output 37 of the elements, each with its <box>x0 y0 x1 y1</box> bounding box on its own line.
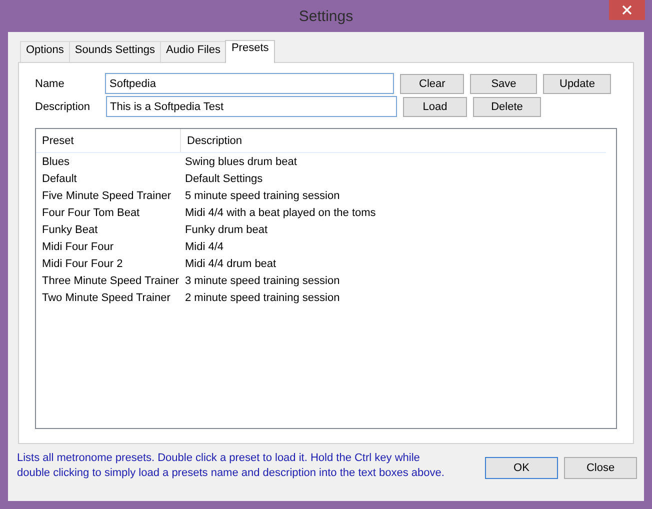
field-label: Name <box>35 78 66 90</box>
table-cell-text: Two Minute Speed Trainer <box>41 292 172 304</box>
action-button[interactable]: Save <box>470 74 538 94</box>
help-text: Lists all metronome presets. Double click a preset to load it. Hold the Ctrl key while double clicking to simply load a presets name and description into the text boxes above. <box>17 451 446 481</box>
action-button[interactable]: Update <box>543 74 611 94</box>
table-cell-text: Funky drum beat <box>184 224 269 236</box>
column-header[interactable]: Description <box>181 129 248 152</box>
table-cell-text: 3 minute speed training session <box>184 274 341 286</box>
table-cell-text: Five Minute Speed Trainer <box>41 190 172 202</box>
table-cell-text: 2 minute speed training session <box>184 292 341 304</box>
table-cell-text: Swing blues drum beat <box>184 156 298 168</box>
column-header[interactable]: Preset <box>36 129 181 152</box>
tab[interactable]: Presets <box>225 40 275 63</box>
table-cell-text: 5 minute speed training session <box>184 190 341 202</box>
dialog-button[interactable]: Close <box>564 457 637 479</box>
close-button[interactable] <box>609 0 645 20</box>
table-cell-text: Three Minute Speed Trainer <box>41 274 179 286</box>
table-cell-text: Default Settings <box>184 172 264 184</box>
table-cell-text: Midi Four Four <box>41 240 115 252</box>
text-field[interactable]: Softpedia <box>105 73 394 94</box>
close-icon <box>622 5 632 15</box>
table-cell-text: Four Four Tom Beat <box>41 206 141 218</box>
action-button[interactable]: Delete <box>473 96 541 116</box>
table-cell-text: Midi 4/4 drum beat <box>184 258 278 270</box>
tab[interactable]: Options <box>20 41 70 62</box>
table-cell-text: Funky Beat <box>41 224 99 236</box>
field-label: Description <box>35 100 92 112</box>
table-cell-text: Midi 4/4 <box>184 240 225 252</box>
table-cell-text: Blues <box>41 156 71 168</box>
text-field[interactable]: This is a Softpedia Test <box>106 96 397 117</box>
action-button[interactable]: Load <box>403 96 467 116</box>
table-cell-text: Midi 4/4 with a beat played on the toms <box>184 206 377 218</box>
action-button[interactable]: Clear <box>400 74 464 94</box>
table-cell-text: Default <box>41 172 78 184</box>
table-cell-text: Midi Four Four 2 <box>41 258 124 270</box>
window-title: Settings <box>298 8 354 24</box>
dialog-button[interactable]: OK <box>485 457 558 479</box>
